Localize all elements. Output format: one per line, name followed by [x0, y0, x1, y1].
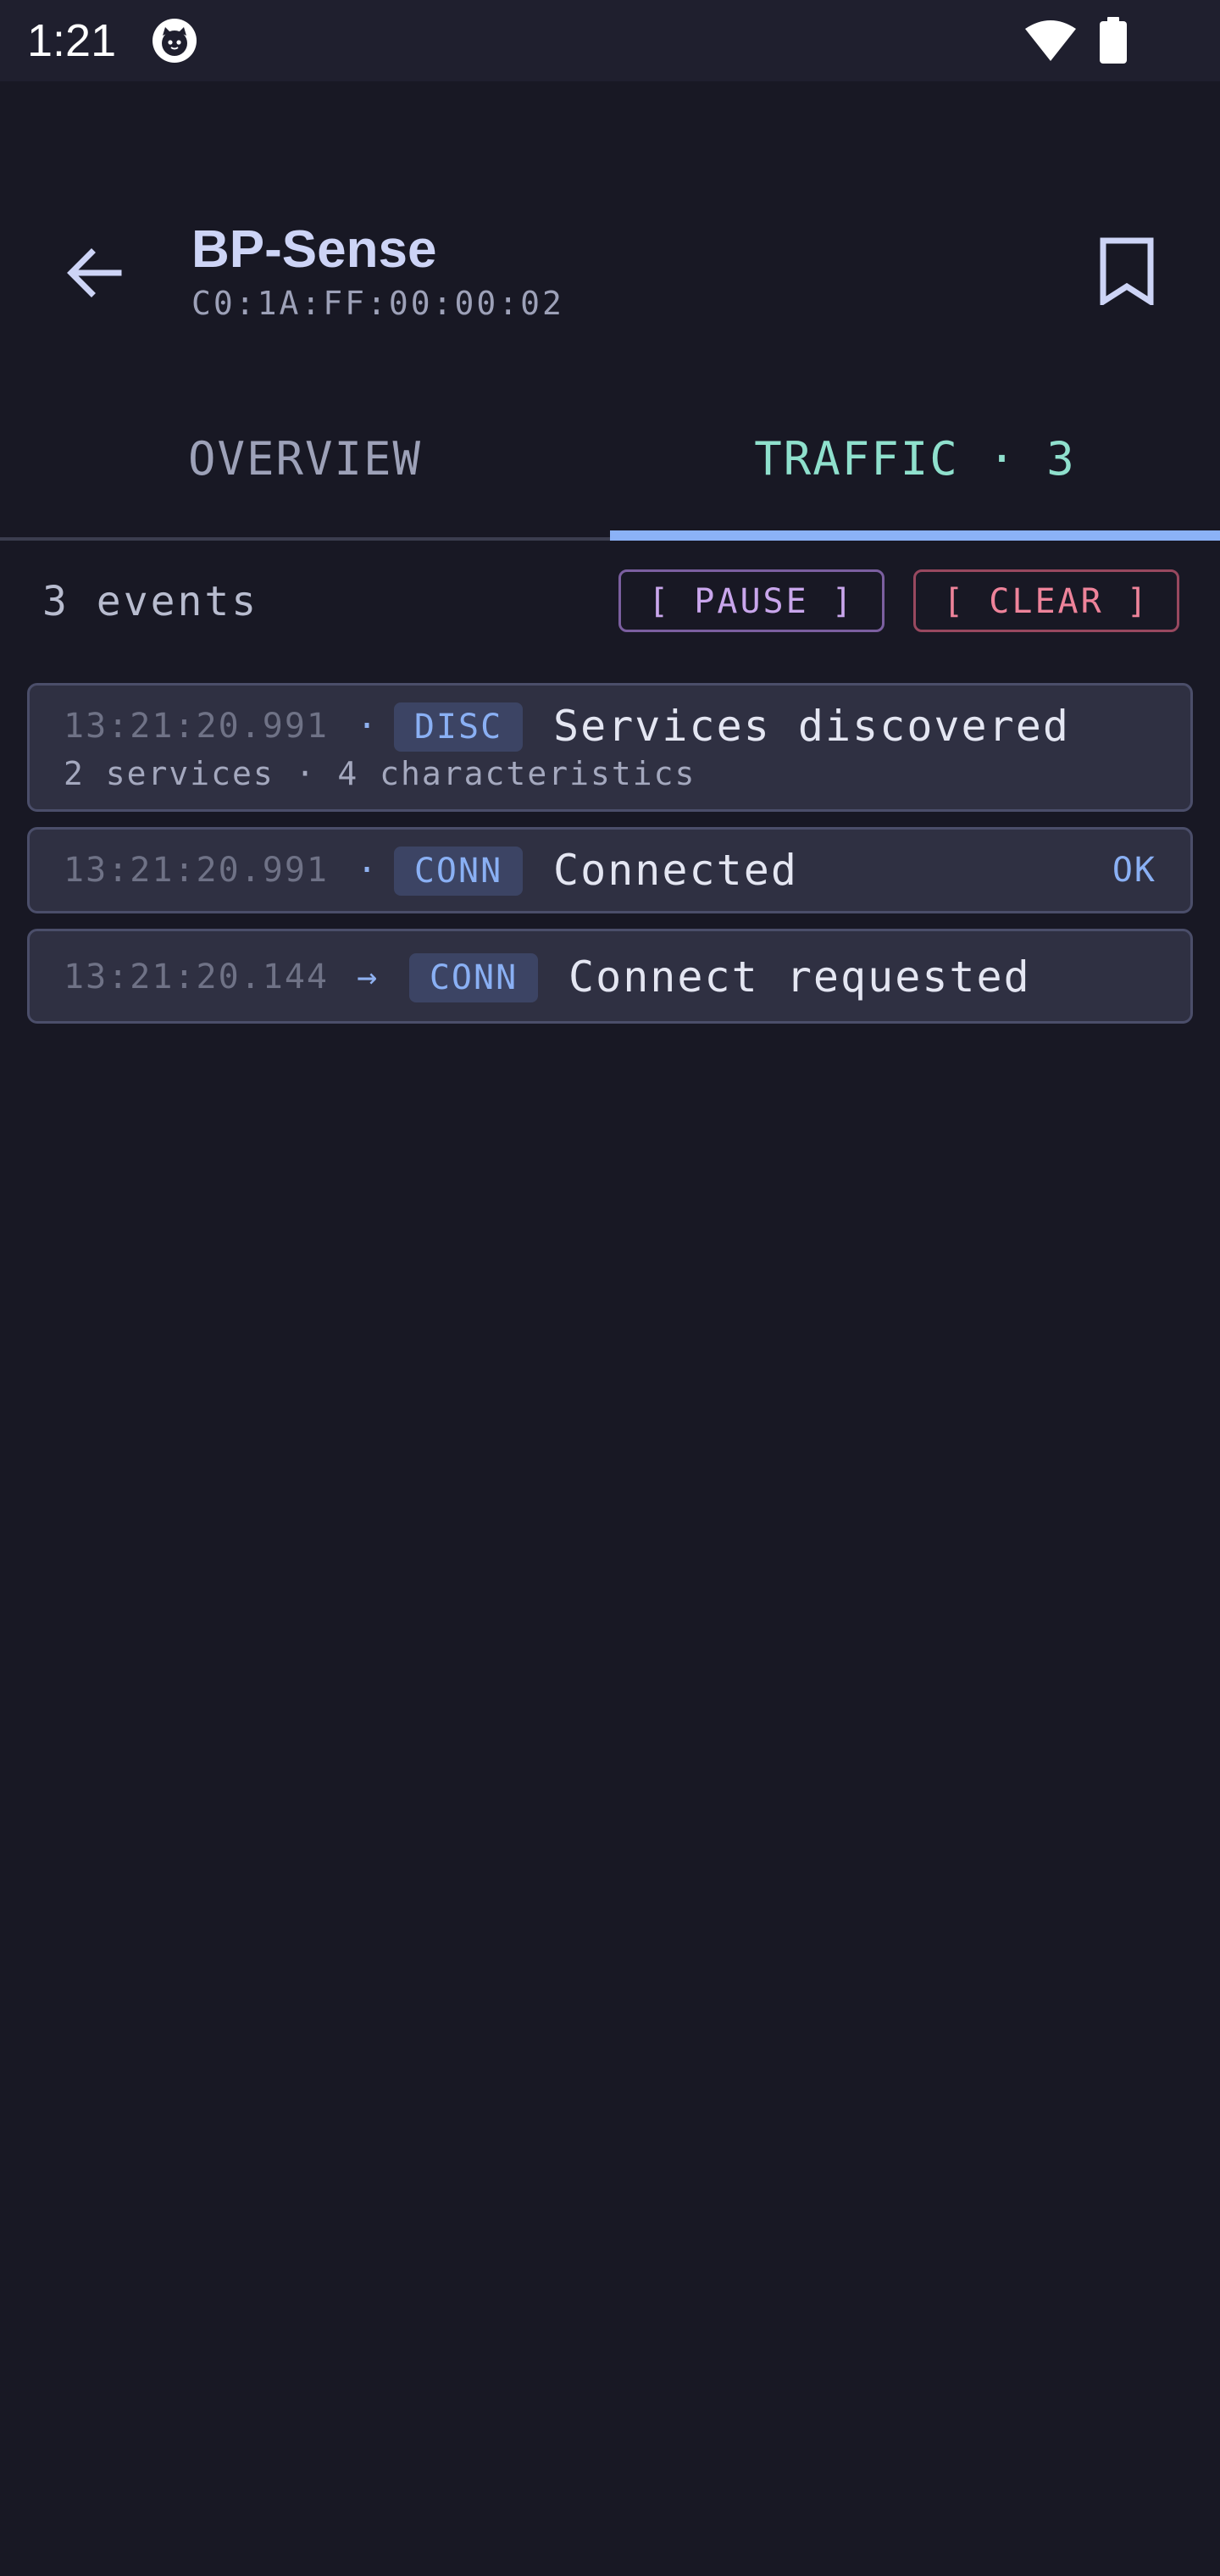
tab-indicator	[610, 530, 1220, 541]
device-address: C0:1A:FF:00:00:02	[191, 285, 564, 322]
event-detail: 2 services · 4 characteristics	[64, 755, 696, 792]
event-row[interactable]: 13:21:20.144 → CONN Connect requested	[27, 929, 1193, 1024]
event-title: Services discovered	[553, 702, 1070, 751]
event-timestamp: 13:21:20.991	[64, 707, 329, 746]
battery-icon	[1100, 17, 1127, 64]
event-type-badge: DISC	[394, 702, 523, 752]
event-type-badge: CONN	[409, 953, 538, 1002]
event-row[interactable]: 13:21:20.991 · CONN Connected OK	[27, 827, 1193, 913]
event-status: OK	[1112, 851, 1156, 890]
device-name: BP-Sense	[191, 220, 437, 279]
back-arrow-icon[interactable]	[59, 237, 130, 308]
event-row[interactable]: 13:21:20.991 · DISC Services discovered …	[27, 683, 1193, 812]
event-count: 3 events	[42, 578, 259, 625]
status-bar: 1:21	[0, 0, 1220, 81]
event-direction: ·	[357, 851, 378, 890]
event-title: Connected	[553, 846, 798, 895]
event-timestamp: 13:21:20.991	[64, 851, 329, 890]
event-timestamp: 13:21:20.144	[64, 958, 329, 997]
status-time: 1:21	[27, 15, 117, 66]
bookmark-icon[interactable]	[1095, 237, 1159, 305]
wifi-icon	[1025, 20, 1076, 61]
clear-button[interactable]: [ CLEAR ]	[913, 569, 1179, 632]
pause-button[interactable]: [ PAUSE ]	[618, 569, 884, 632]
tab-traffic[interactable]: TRAFFIC · 3	[610, 424, 1220, 495]
event-direction: ·	[357, 707, 378, 746]
cat-app-icon	[152, 19, 197, 63]
tab-overview[interactable]: OVERVIEW	[0, 424, 610, 495]
event-type-badge: CONN	[394, 847, 523, 896]
event-direction: →	[357, 958, 378, 997]
event-title: Connect requested	[568, 952, 1031, 1002]
